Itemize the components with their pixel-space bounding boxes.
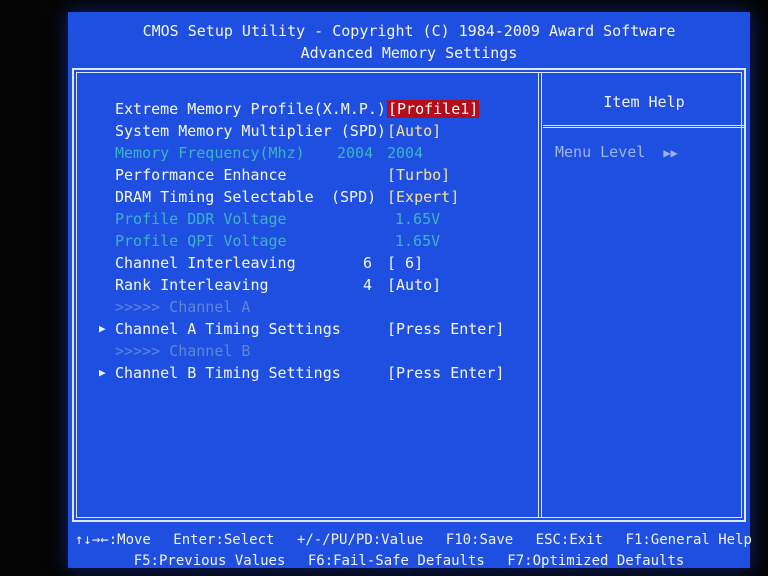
key-hint-exit: ESC:Exit bbox=[535, 532, 604, 548]
footer-line-2: F5:Previous Values F6:Fail-Safe Defaults… bbox=[68, 553, 750, 569]
setting-label: Rank Interleaving bbox=[115, 276, 269, 294]
key-hint-general-help: F1:General Help bbox=[625, 532, 752, 548]
footer-line-1: ↑↓→←:Move Enter:Select +/-/PU/PD:Value F… bbox=[68, 532, 752, 548]
setting-value[interactable]: [Turbo] bbox=[387, 165, 450, 185]
setting-value[interactable]: [Press Enter] bbox=[387, 319, 504, 339]
title-bar: CMOS Setup Utility - Copyright (C) 1984-… bbox=[68, 12, 750, 68]
setting-label: System Memory Multiplier (SPD) bbox=[115, 122, 386, 140]
setting-label: Channel A Timing Settings bbox=[115, 320, 341, 338]
setting-value[interactable]: [ 6] bbox=[387, 253, 423, 273]
setting-value[interactable]: [Expert] bbox=[387, 187, 459, 207]
setting-source: 6 bbox=[363, 254, 373, 272]
setting-value[interactable]: [Press Enter] bbox=[387, 363, 504, 383]
section-label: >>>>> Channel B bbox=[115, 342, 251, 360]
setting-value: 1.65V bbox=[395, 232, 441, 250]
setting-label: DRAM Timing Selectable bbox=[115, 188, 314, 206]
settings-list: Extreme Memory Profile(X.M.P.) [Profile1… bbox=[77, 73, 537, 517]
bios-screen: CMOS Setup Utility - Copyright (C) 1984-… bbox=[68, 12, 752, 569]
submenu-arrow-icon: ▶ bbox=[99, 366, 106, 379]
utility-title: CMOS Setup Utility - Copyright (C) 1984-… bbox=[142, 22, 676, 40]
settings-frame-inner: Extreme Memory Profile(X.M.P.) [Profile1… bbox=[76, 72, 745, 518]
setting-value[interactable]: [Auto] bbox=[387, 121, 441, 141]
section-label: >>>>> Channel A bbox=[115, 298, 251, 316]
setting-value[interactable]: [Auto] bbox=[387, 275, 441, 295]
setting-source: 4 bbox=[363, 276, 373, 294]
setting-value-selected[interactable]: [Profile1] bbox=[387, 100, 480, 118]
key-hint-value: +/-/PU/PD:Value bbox=[296, 532, 424, 548]
help-title-rule bbox=[543, 125, 745, 128]
menu-level-label: Menu Level bbox=[555, 143, 646, 161]
setting-source: (SPD) bbox=[331, 188, 377, 206]
setting-source: 2004 bbox=[337, 144, 374, 162]
setting-value: 2004 bbox=[387, 144, 424, 162]
setting-label: Performance Enhance bbox=[115, 166, 287, 184]
key-hint-optimized-defaults: F7:Optimized Defaults bbox=[507, 553, 685, 569]
menu-level-arrows-icon: ▶▶ bbox=[663, 146, 678, 160]
submenu-arrow-icon: ▶ bbox=[99, 322, 106, 335]
key-hint-save: F10:Save bbox=[445, 532, 514, 548]
key-hint-fail-safe-defaults: F6:Fail-Safe Defaults bbox=[307, 553, 485, 569]
menu-level: Menu Level ▶▶ bbox=[555, 143, 678, 161]
setting-label: Memory Frequency(Mhz) bbox=[115, 144, 305, 162]
setting-label: Channel Interleaving bbox=[115, 254, 296, 272]
setting-value: 1.65V bbox=[395, 210, 441, 228]
setting-label: Profile QPI Voltage bbox=[115, 232, 287, 250]
settings-frame: Extreme Memory Profile(X.M.P.) [Profile1… bbox=[72, 68, 746, 522]
item-help-title: Item Help bbox=[603, 93, 685, 111]
key-hint-previous-values: F5:Previous Values bbox=[133, 553, 286, 569]
setting-label: Channel B Timing Settings bbox=[115, 364, 341, 382]
page-title: Advanced Memory Settings bbox=[300, 44, 518, 62]
setting-label: Profile DDR Voltage bbox=[115, 210, 287, 228]
setting-label: Extreme Memory Profile(X.M.P.) bbox=[115, 100, 386, 118]
key-hint-move: ↑↓→←:Move bbox=[75, 532, 151, 548]
key-hint-select: Enter:Select bbox=[173, 532, 275, 548]
key-help-footer: ↑↓→←:Move Enter:Select +/-/PU/PD:Value F… bbox=[68, 522, 752, 569]
panel-divider bbox=[538, 73, 542, 517]
